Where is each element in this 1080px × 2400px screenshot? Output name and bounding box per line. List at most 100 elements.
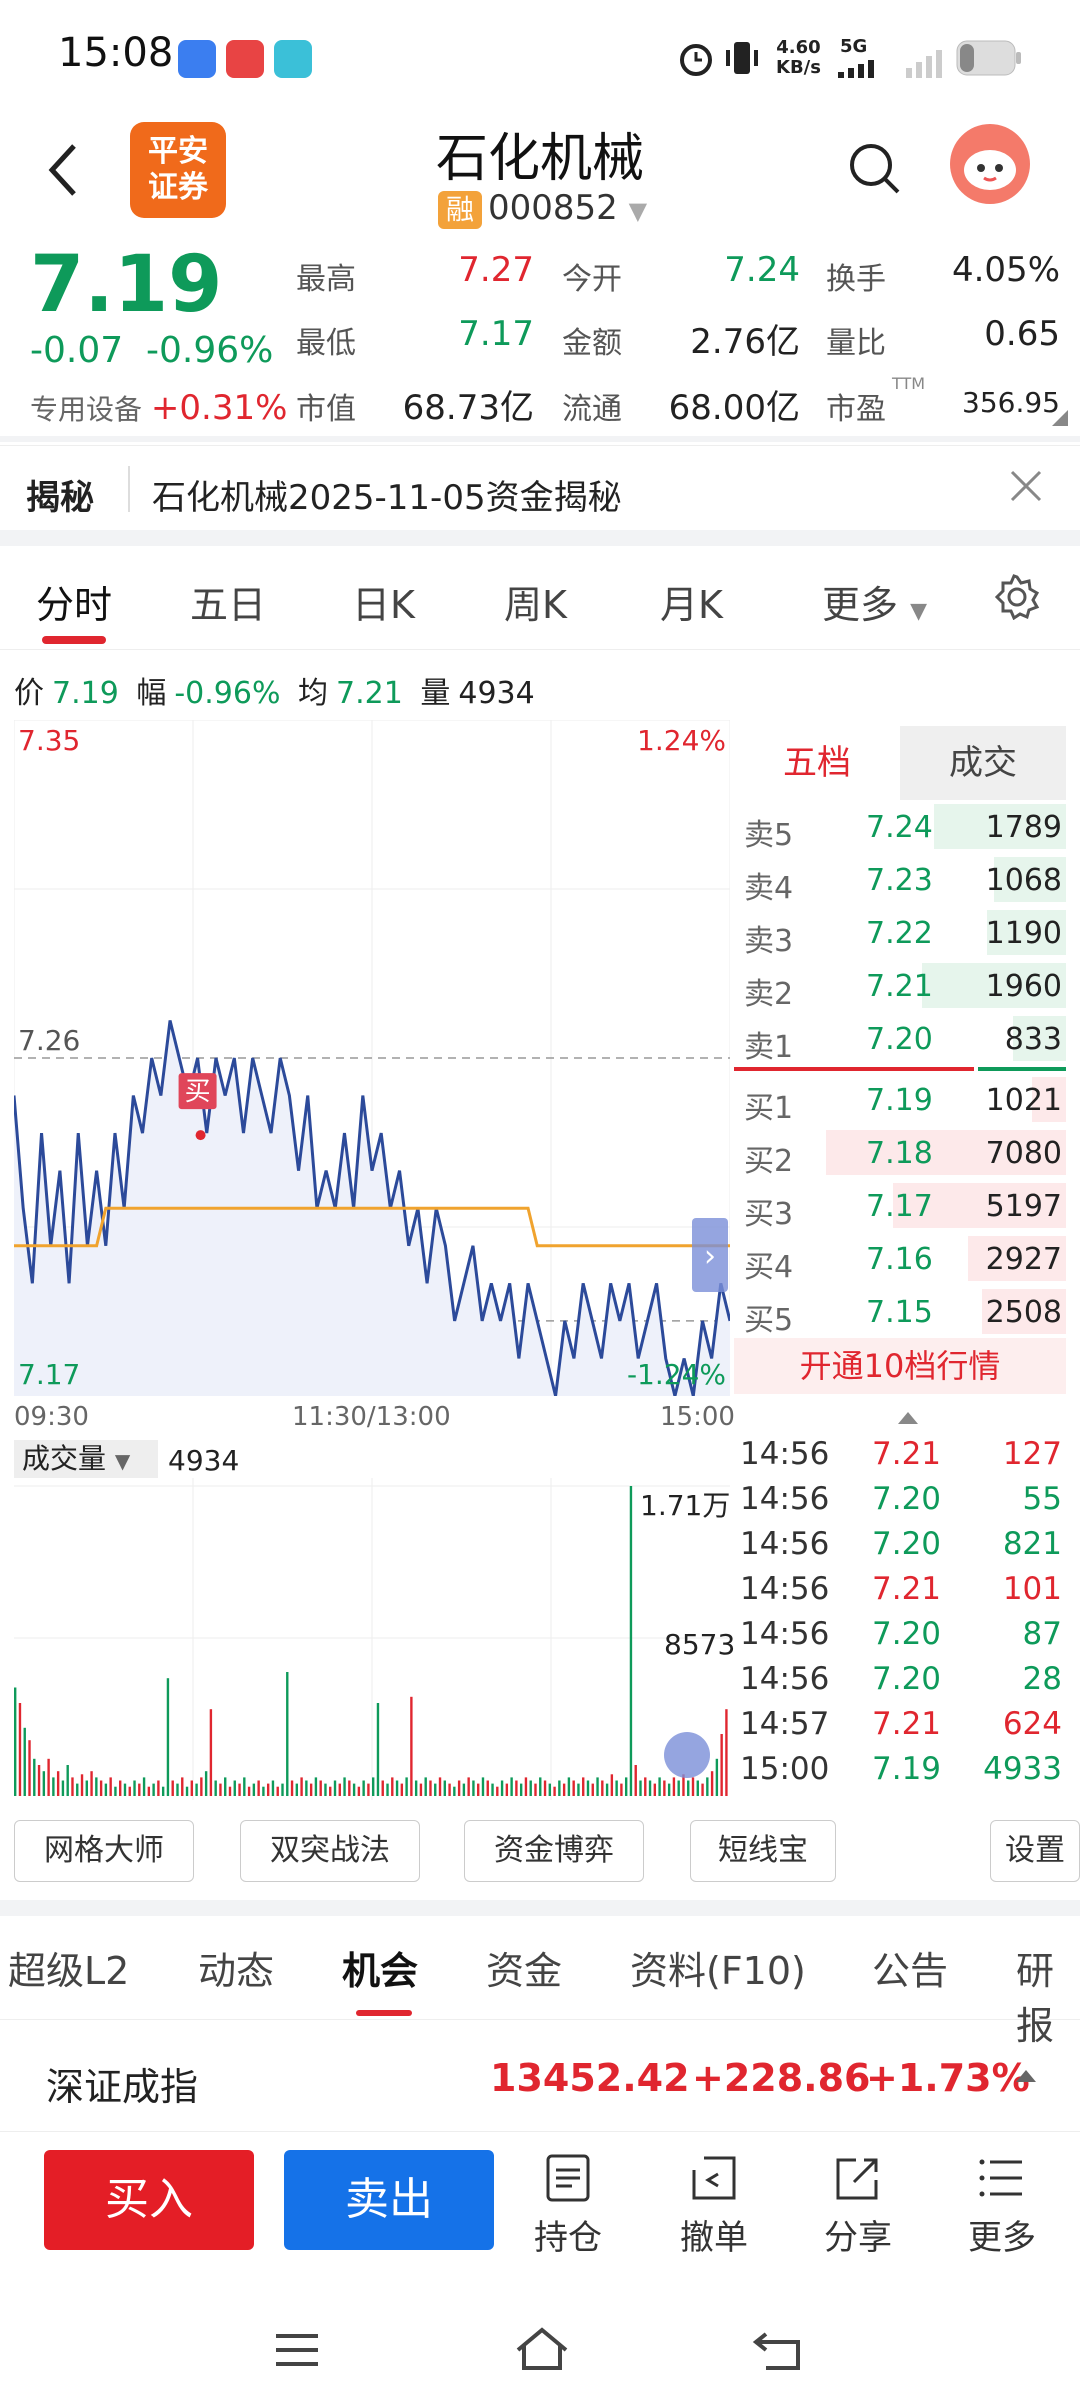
volume-bar [142,1777,146,1796]
stock-code-selector[interactable]: 融 000852 ▼ [438,188,647,229]
volume-bar [190,1780,193,1796]
quote-field-value: 68.00亿 [668,388,800,428]
volume-bar [138,1783,141,1796]
gear-icon[interactable] [994,574,1040,624]
volume-bar [152,1783,155,1796]
volume-bar [615,1780,618,1796]
tab-capital[interactable]: 资金 [486,1940,562,1995]
tab-daily-k[interactable]: 日K [352,574,415,629]
tab-five-day[interactable]: 五日 [190,574,266,629]
tab-opportunity[interactable]: 机会 [342,1940,418,1995]
volume-bar [410,1696,413,1796]
volume-bar [42,1771,46,1796]
assistant-avatar[interactable] [950,124,1030,204]
search-icon[interactable] [846,140,902,196]
expand-icon[interactable] [664,1732,710,1778]
reveal-text: 石化机械2025-11-05资金揭秘 [152,478,622,518]
capital-reveal-bar[interactable]: 揭秘 石化机械2025-11-05资金揭秘 [0,445,1080,535]
tab-monthly-k[interactable]: 月K [660,574,723,629]
level-volume: 2927 [985,1242,1062,1277]
sell-button[interactable]: 卖出 [284,2150,494,2250]
tab-five-levels[interactable]: 五档 [734,726,900,800]
volume-bar [486,1780,489,1796]
back-nav-icon[interactable] [752,2326,804,2376]
volume-bar [333,1780,337,1796]
intraday-chart[interactable]: 7.35 7.26 7.17 1.24% -1.24% 买 › [14,720,730,1396]
volume-bar [434,1783,437,1796]
volume-bar [329,1786,332,1796]
cancel-order-button[interactable]: 撤单 [664,2152,764,2259]
volume-bar [181,1777,184,1796]
volume-bar [472,1780,475,1796]
tick-price: 7.20 [872,1481,942,1517]
bid-row: 买1 7.19 1021 [734,1073,1066,1126]
app-notification-icon [226,40,264,78]
level-price: 7.18 [866,1136,933,1171]
tab-super-l2[interactable]: 超级L2 [8,1940,129,1995]
menu-icon[interactable] [272,2330,322,2374]
volume-bar [295,1783,299,1796]
volume-bar [448,1783,451,1796]
short-line-button[interactable]: 短线宝 [690,1820,836,1882]
margin-badge: 融 [438,190,482,229]
status-bar: 15:08 4.60 KB/s 5G [0,0,1080,110]
volume-bar [95,1777,98,1796]
price-change-pct: -0.96% [146,330,274,371]
sector[interactable]: 专用设备 +0.31% [30,388,287,428]
quote-field-value: 4.05% [951,250,1060,290]
tab-announcement[interactable]: 公告 [872,1940,948,1995]
tab-news[interactable]: 动态 [198,1940,274,1995]
level-price: 7.19 [866,1083,933,1118]
volume-bar [281,1783,284,1796]
volume-bar [352,1783,356,1796]
tab-intraday[interactable]: 分时 [36,574,112,629]
volume-bar [491,1783,494,1796]
more-button[interactable]: 更多 [952,2152,1052,2259]
volume-bar [309,1783,313,1796]
quote-field-label: 今开 [562,262,622,297]
chevron-up-icon[interactable] [896,1410,920,1430]
bid-row: 买4 7.16 2927 [734,1232,1066,1285]
tab-f10[interactable]: 资料(F10) [630,1940,806,1995]
chart-period-tabs: 分时 五日 日K 周K 月K 更多 ▼ [0,550,1080,650]
open-ten-levels-button[interactable]: 开通10档行情 [734,1338,1066,1394]
volume-bar [634,1765,637,1796]
bid-row: 买5 7.15 2508 [734,1285,1066,1338]
volume-max-label: 1.71万 [640,1489,731,1522]
share-icon [836,2158,878,2200]
tick-row: 14:56 7.20 28 [734,1657,1066,1702]
volume-bar [405,1777,408,1796]
tick-row: 15:00 7.19 4933 [734,1747,1066,1792]
tick-price: 7.21 [872,1706,942,1742]
home-icon[interactable] [512,2324,572,2378]
tab-weekly-k[interactable]: 周K [504,574,567,629]
active-tab-indicator [42,636,106,644]
tab-trades[interactable]: 成交 [900,726,1066,800]
pct-label-top: 1.24% [637,724,726,757]
volume-bar [419,1783,423,1796]
quote-field-value: 68.73亿 [402,388,534,428]
x-label-open: 09:30 [14,1402,89,1432]
holdings-button[interactable]: 持仓 [518,2152,618,2259]
share-button[interactable]: 分享 [808,2152,908,2259]
volume-bar [233,1780,236,1796]
volume-bar [314,1777,318,1796]
volume-bar [505,1783,509,1796]
close-icon[interactable] [1006,466,1046,510]
volume-bar [224,1777,227,1796]
volume-bar [204,1771,208,1796]
grid-master-button[interactable]: 网格大师 [14,1820,194,1882]
settings-button[interactable]: 设置 [990,1820,1080,1882]
signal-icon [838,56,898,82]
capital-game-button[interactable]: 资金博弈 [464,1820,644,1882]
ask-row: 卖5 7.24 1789 [734,800,1066,853]
tab-more[interactable]: 更多 ▼ [822,574,927,629]
more-list-icon [979,2159,1022,2197]
double-break-button[interactable]: 双突战法 [240,1820,420,1882]
volume-bar [61,1780,65,1796]
volume-chart [14,1478,730,1800]
buy-button[interactable]: 买入 [44,2150,254,2250]
volume-bar [243,1777,246,1796]
volume-bar [701,1783,704,1796]
index-ticker[interactable]: 深证成指 13452.42 +228.86 +1.73% [0,2022,1080,2132]
